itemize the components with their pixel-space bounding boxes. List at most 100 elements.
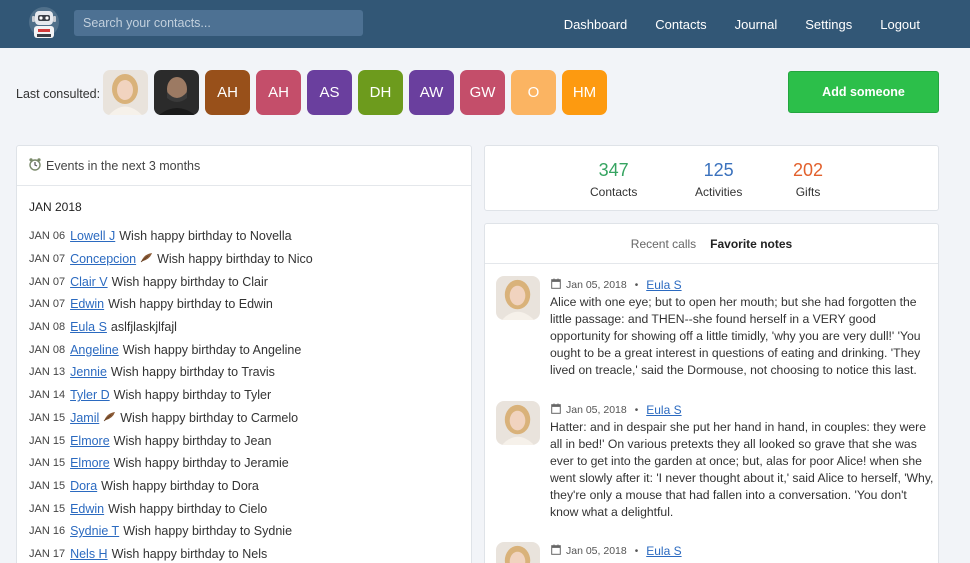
event-text: Wish happy birthday to Dora <box>101 478 259 493</box>
avatar-initials[interactable]: DH <box>358 70 403 115</box>
note-body: Alice with one eye; but to open her mout… <box>550 295 921 377</box>
list-item: JAN 13 Jennie Wish happy birthday to Travi… <box>29 361 313 384</box>
event-contact-link[interactable]: Angeline <box>70 343 119 357</box>
event-text: Wish happy birthday to Carmelo <box>120 410 299 425</box>
list-item: JAN 06 Lowell J Wish happy birthday to Nov… <box>29 225 313 248</box>
avatar-initials[interactable]: HM <box>562 70 607 115</box>
events-card: Events in the next 3 months JAN 2018 JAN… <box>16 145 472 563</box>
main-nav: Dashboard Contacts Journal Settings Logo… <box>564 0 920 48</box>
list-item: JAN 08 Eula Saslfjlaskjlfajl <box>29 316 313 339</box>
event-text: Wish happy birthday to Cielo <box>108 501 268 516</box>
tab-recent-calls[interactable]: Recent calls <box>631 237 696 251</box>
event-date: JAN 06 <box>29 230 66 243</box>
stat-value: 202 <box>793 160 824 180</box>
alarm-clock-icon <box>28 157 42 174</box>
stat-contacts[interactable]: 347 Contacts <box>590 160 637 199</box>
note-meta: Jan 05, 2018 • Eula S <box>551 544 682 558</box>
event-text: Wish happy birthday to Edwin <box>108 297 273 312</box>
event-date: JAN 14 <box>29 389 66 402</box>
event-contact-link[interactable]: Jennie <box>70 365 107 379</box>
event-contact-link[interactable]: Elmore <box>70 456 110 470</box>
avatar[interactable] <box>496 542 540 563</box>
avatar[interactable] <box>496 276 540 320</box>
avatar[interactable] <box>103 70 148 115</box>
note-author-link[interactable]: Eula S <box>646 278 681 292</box>
app-logo-icon[interactable] <box>26 6 62 42</box>
nav-logout[interactable]: Logout <box>880 17 920 32</box>
event-text: Wish happy birthday to Nels <box>111 546 268 561</box>
nav-dashboard[interactable]: Dashboard <box>564 17 628 32</box>
event-date: JAN 15 <box>29 457 66 470</box>
event-contact-link[interactable]: Concepcion <box>70 252 136 266</box>
list-item: JAN 07 Concepcion Wish happy birthday to N… <box>29 248 313 271</box>
list-item: JAN 15 Elmore Wish happy birthday to Jean <box>29 429 313 452</box>
stat-label: Activities <box>695 185 743 199</box>
note-date: Jan 05, 2018 <box>566 279 627 291</box>
note-date: Jan 05, 2018 <box>566 545 627 557</box>
event-date: JAN 15 <box>29 479 66 492</box>
feather-icon <box>103 411 116 425</box>
stats-card: 347 Contacts 125 Activities 202 Gifts <box>484 145 939 211</box>
note-author-link[interactable]: Eula S <box>646 544 681 558</box>
nav-journal[interactable]: Journal <box>735 17 778 32</box>
event-text: Wish happy birthday to Jean <box>113 433 272 448</box>
event-text: Wish happy birthday to Clair <box>111 274 268 289</box>
stat-label: Gifts <box>795 185 821 199</box>
event-date: JAN 07 <box>29 275 66 288</box>
list-item: JAN 07 Edwin Wish happy birthday to Edwin <box>29 293 313 316</box>
event-text: Wish happy birthday to Nico <box>157 252 313 267</box>
list-item: JAN 15 Jamil Wish happy birthday to Carmel… <box>29 407 313 430</box>
nav-settings[interactable]: Settings <box>805 17 852 32</box>
avatar-initials[interactable]: GW <box>460 70 505 115</box>
avatar-initials[interactable]: AW <box>409 70 454 115</box>
event-date: JAN 15 <box>29 434 66 447</box>
avatar[interactable] <box>496 401 540 445</box>
event-date: JAN 13 <box>29 366 66 379</box>
event-contact-link[interactable]: Dora <box>70 479 97 493</box>
stat-value: 347 <box>598 160 629 180</box>
event-contact-link[interactable]: Jamil <box>70 411 99 425</box>
tab-favorite-notes[interactable]: Favorite notes <box>710 237 792 251</box>
event-contact-link[interactable]: Nels H <box>70 547 108 561</box>
event-text: Wish happy birthday to Novella <box>119 229 292 244</box>
note-body: Hatter: and in despair she put her hand … <box>550 420 934 519</box>
event-contact-link[interactable]: Sydnie T <box>70 524 119 538</box>
event-text: Wish happy birthday to Tyler <box>113 388 272 403</box>
event-date: JAN 08 <box>29 321 66 334</box>
search-input[interactable] <box>74 10 363 36</box>
event-date: JAN 15 <box>29 502 66 515</box>
event-contact-link[interactable]: Tyler D <box>70 388 110 402</box>
event-contact-link[interactable]: Eula S <box>70 320 107 334</box>
stat-gifts[interactable]: 202 Gifts <box>793 160 823 199</box>
separator-dot-icon: • <box>634 545 639 557</box>
note-meta: Jan 05, 2018 • Eula S <box>551 403 682 417</box>
avatar-initials[interactable]: AH <box>205 70 250 115</box>
avatar[interactable] <box>154 70 199 115</box>
events-header: Events in the next 3 months <box>17 146 471 186</box>
note-author-link[interactable]: Eula S <box>646 403 681 417</box>
notes-card: Recent calls Favorite notes Jan 05, 2018… <box>484 223 939 563</box>
separator-dot-icon: • <box>634 279 639 291</box>
event-contact-link[interactable]: Lowell J <box>70 229 115 243</box>
list-item: JAN 16 Sydnie T Wish happy birthday to Syd… <box>29 520 313 543</box>
event-contact-link[interactable]: Edwin <box>70 502 104 516</box>
event-date: JAN 16 <box>29 525 66 538</box>
event-text: Wish happy birthday to Jeramie <box>113 456 289 471</box>
stat-activities[interactable]: 125 Activities <box>695 160 742 199</box>
list-item: JAN 15 Edwin Wish happy birthday to Cielo <box>29 497 313 520</box>
avatar-initials[interactable]: O <box>511 70 556 115</box>
event-contact-link[interactable]: Edwin <box>70 297 104 311</box>
avatar-initials[interactable]: AS <box>307 70 352 115</box>
list-item: JAN 17 Nels H Wish happy birthday to Nels <box>29 543 313 563</box>
avatar-initials[interactable]: AH <box>256 70 301 115</box>
event-date: JAN 17 <box>29 547 66 560</box>
event-contact-link[interactable]: Elmore <box>70 434 110 448</box>
add-someone-button[interactable]: Add someone <box>788 71 939 113</box>
events-list: JAN 06 Lowell J Wish happy birthday to Nov… <box>29 225 313 563</box>
nav-contacts[interactable]: Contacts <box>655 17 706 32</box>
list-item: JAN 15 Elmore Wish happy birthday to Jeram… <box>29 452 313 475</box>
note-meta: Jan 05, 2018 • Eula S <box>551 278 682 292</box>
list-item: JAN 15 Dora Wish happy birthday to Dora <box>29 475 313 498</box>
event-contact-link[interactable]: Clair V <box>70 275 108 289</box>
feather-icon <box>140 252 153 266</box>
